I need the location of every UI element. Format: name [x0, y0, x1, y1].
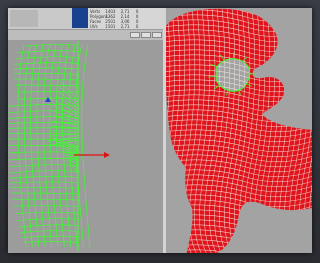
- application-screen: Verts 1403 2,71 0 Polygons 1362 2,14 0 F…: [8, 8, 312, 253]
- uv-editor-menubar: [8, 30, 163, 40]
- color-swatch[interactable]: [72, 8, 88, 28]
- manipulator-arrow-icon: [104, 152, 110, 158]
- maximize-icon[interactable]: [141, 32, 151, 38]
- close-icon[interactable]: [152, 32, 162, 38]
- stat-value: 1501: [105, 24, 116, 29]
- panel-thumbnail[interactable]: [10, 10, 38, 27]
- mesh-render: [166, 8, 312, 253]
- uv-shell-graphic: [8, 41, 110, 251]
- minimize-icon[interactable]: [130, 32, 140, 38]
- window-frame: Verts 1403 2,71 0 Polygons 1362 2,14 0 F…: [0, 0, 320, 263]
- stat-label: UVs: [90, 24, 98, 29]
- move-manipulator[interactable]: [74, 152, 110, 158]
- uv-editor-panel: Verts 1403 2,71 0 Polygons 1362 2,14 0 F…: [8, 8, 163, 253]
- uv-wireframe: [8, 41, 91, 251]
- uv-editor-header: Verts 1403 2,71 0 Polygons 1362 2,14 0 F…: [8, 8, 163, 29]
- stat-row: UVs 1501 2,71 0: [90, 24, 150, 29]
- 3d-viewport[interactable]: [166, 8, 312, 253]
- uv-layout-canvas[interactable]: [8, 41, 163, 253]
- stat-value: 2,71: [120, 24, 130, 29]
- stat-value: 0: [135, 24, 139, 29]
- poly-count-readout: Verts 1403 2,71 0 Polygons 1362 2,14 0 F…: [88, 8, 163, 29]
